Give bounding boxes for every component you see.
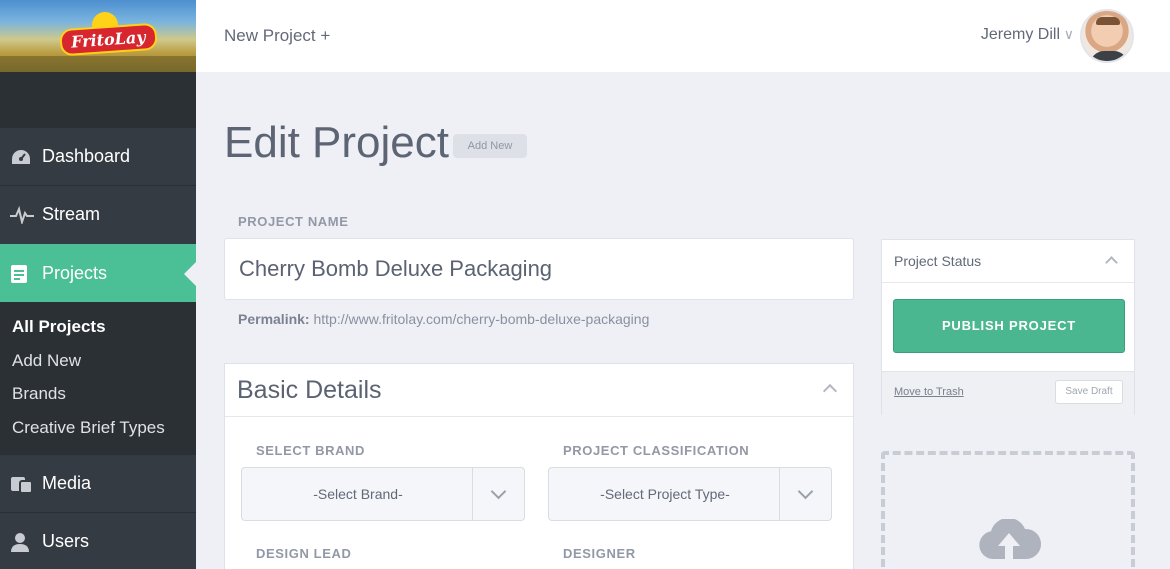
sidebar-item-label: Projects bbox=[42, 263, 108, 283]
project-name-input[interactable]: Cherry Bomb Deluxe Packaging bbox=[224, 238, 854, 300]
panel-header[interactable]: Basic Details bbox=[225, 364, 853, 417]
document-icon bbox=[0, 264, 42, 284]
collapse-icon[interactable] bbox=[1105, 256, 1118, 269]
chevron-down-icon[interactable] bbox=[779, 468, 831, 520]
status-title: Project Status bbox=[894, 253, 982, 269]
select-brand-value: -Select Brand- bbox=[313, 486, 403, 502]
new-project-link[interactable]: New Project + bbox=[224, 26, 330, 46]
media-icon bbox=[0, 474, 42, 494]
page-title: Edit Project bbox=[224, 118, 449, 167]
pulse-icon bbox=[0, 205, 42, 224]
select-brand-label: SELECT BRAND bbox=[256, 443, 366, 458]
collapse-icon[interactable] bbox=[822, 383, 838, 399]
user-menu[interactable]: Jeremy Dill bbox=[981, 26, 1060, 44]
basic-details-panel: Basic Details bbox=[224, 363, 854, 569]
top-bar: New Project + Jeremy Dill ∨ bbox=[196, 0, 1170, 72]
permalink-url[interactable]: http://www.fritolay.com/cherry-bomb-delu… bbox=[313, 311, 649, 327]
sidebar-item-media[interactable]: Media bbox=[0, 454, 196, 512]
sidebar-item-users[interactable]: Users bbox=[0, 512, 196, 569]
panel-title: Basic Details bbox=[237, 375, 382, 404]
dashboard-gauge-icon bbox=[0, 148, 42, 166]
save-draft-button[interactable]: Save Draft bbox=[1055, 380, 1123, 404]
chevron-down-icon[interactable]: ∨ bbox=[1064, 26, 1074, 43]
designer-label: DESIGNER bbox=[563, 546, 636, 561]
submenu-all-projects[interactable]: All Projects bbox=[0, 310, 196, 344]
field-decoration bbox=[0, 56, 196, 72]
cloud-upload-icon bbox=[979, 519, 1041, 559]
add-new-button[interactable]: Add New bbox=[453, 134, 527, 158]
project-name-label: PROJECT NAME bbox=[238, 214, 349, 229]
projects-submenu: All Projects Add New Brands Creative Bri… bbox=[0, 302, 196, 454]
move-to-trash-link[interactable]: Move to Trash bbox=[894, 386, 964, 398]
sidebar-item-label: Stream bbox=[42, 204, 101, 224]
project-status-box: Project Status PUBLISH PROJECT Move to T… bbox=[881, 239, 1135, 415]
sidebar-item-label: Users bbox=[42, 531, 90, 551]
classification-value: -Select Project Type- bbox=[600, 486, 730, 502]
fritolay-logo: FritoLay bbox=[59, 22, 158, 57]
submenu-brands[interactable]: Brands bbox=[0, 377, 196, 411]
sidebar-item-label: Dashboard bbox=[42, 146, 131, 166]
sidebar: FritoLay Dashboard Stream Projects All P… bbox=[0, 0, 196, 569]
status-footer: Move to Trash Save Draft bbox=[882, 371, 1134, 415]
sidebar-item-dashboard[interactable]: Dashboard bbox=[0, 127, 196, 185]
submenu-creative-brief-types[interactable]: Creative Brief Types bbox=[0, 411, 196, 445]
select-brand-dropdown[interactable]: -Select Brand- bbox=[241, 467, 525, 521]
permalink: Permalink: http://www.fritolay.com/cherr… bbox=[238, 311, 649, 327]
upload-dropzone[interactable] bbox=[881, 451, 1135, 569]
brand-banner[interactable]: FritoLay bbox=[0, 0, 196, 72]
chevron-down-icon[interactable] bbox=[472, 468, 524, 520]
sidebar-item-stream[interactable]: Stream bbox=[0, 185, 196, 243]
status-header[interactable]: Project Status bbox=[882, 240, 1134, 283]
user-icon bbox=[0, 532, 42, 552]
sidebar-spacer bbox=[0, 72, 196, 127]
permalink-label: Permalink: bbox=[238, 311, 310, 327]
avatar[interactable] bbox=[1080, 9, 1134, 63]
project-classification-dropdown[interactable]: -Select Project Type- bbox=[548, 467, 832, 521]
sidebar-item-projects[interactable]: Projects bbox=[0, 244, 196, 302]
publish-project-button[interactable]: PUBLISH PROJECT bbox=[893, 299, 1125, 353]
classification-label: PROJECT CLASSIFICATION bbox=[563, 443, 750, 458]
design-lead-label: DESIGN LEAD bbox=[256, 546, 352, 561]
submenu-add-new[interactable]: Add New bbox=[0, 344, 196, 378]
sidebar-item-label: Media bbox=[42, 473, 92, 493]
